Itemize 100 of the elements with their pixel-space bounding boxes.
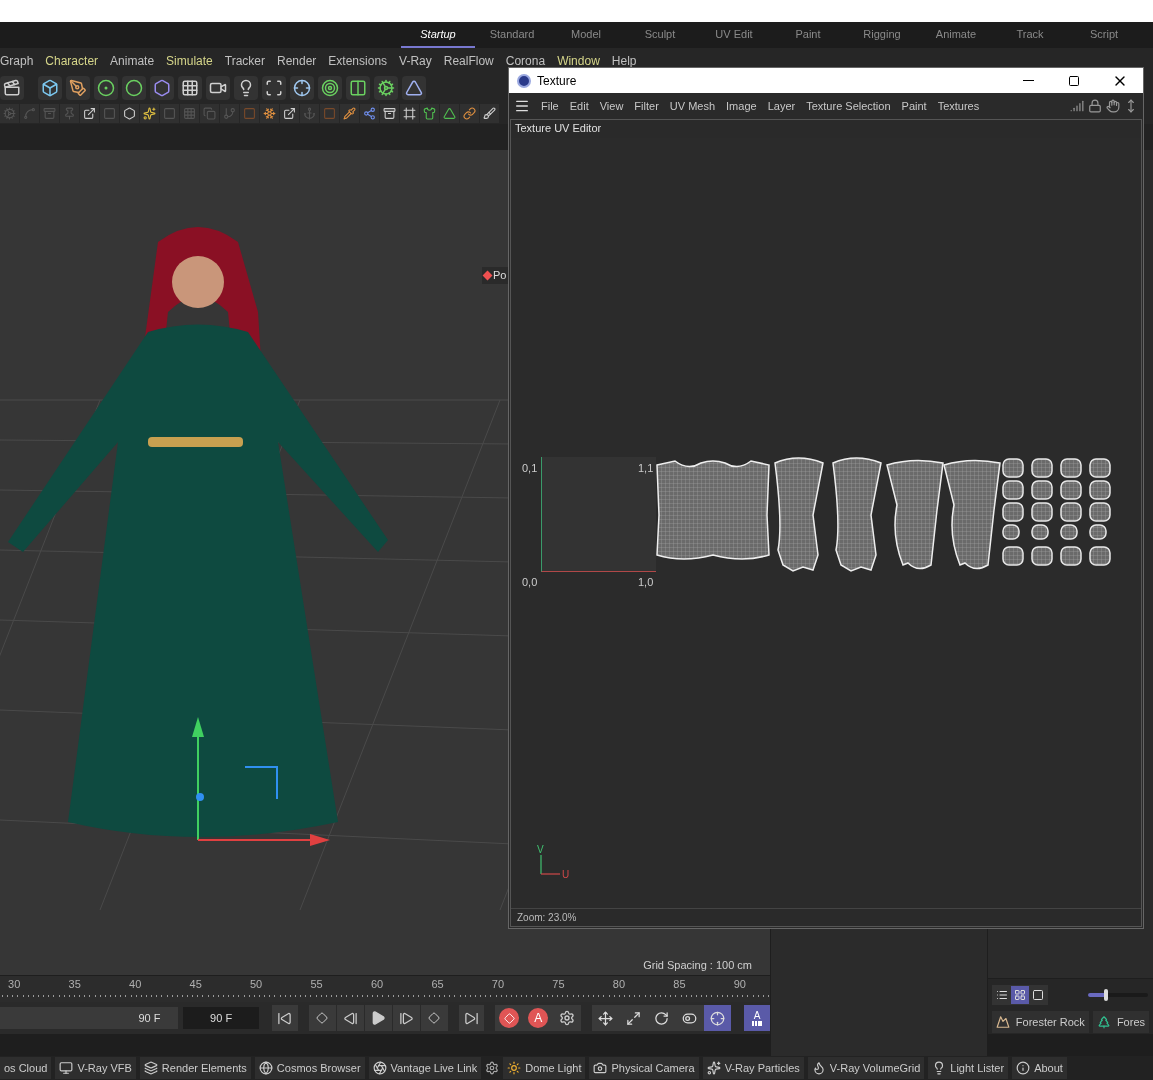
frame-number: 65 <box>430 977 445 992</box>
gear-icon <box>559 1010 576 1026</box>
taskbar-item[interactable]: About <box>1012 1057 1067 1079</box>
target-icon[interactable] <box>318 76 342 100</box>
frame-number: 80 <box>611 977 627 992</box>
frame-number: 90 <box>732 977 747 992</box>
asset-item[interactable]: Fores <box>1092 1011 1149 1033</box>
frame-number: 30 <box>7 977 22 992</box>
taskbar-item[interactable]: V-Ray VolumeGrid <box>807 1057 925 1079</box>
cube-icon[interactable] <box>38 76 62 100</box>
menu-item[interactable]: Window <box>557 52 600 70</box>
frame-number: 55 <box>309 977 324 992</box>
pen-icon[interactable] <box>66 76 90 100</box>
step-forward-icon <box>398 1010 414 1026</box>
toggle-icon <box>682 1010 698 1026</box>
menu-item[interactable]: Image <box>726 97 757 115</box>
clapperboard-icon[interactable] <box>0 76 24 100</box>
layout-tab[interactable]: Script <box>1067 22 1141 48</box>
grid-icon[interactable] <box>178 76 202 100</box>
shirt-icon[interactable] <box>420 103 439 123</box>
menu-item[interactable]: Texture Selection <box>806 97 891 115</box>
next-frame-button[interactable] <box>392 1005 420 1031</box>
next-key-button[interactable] <box>420 1005 448 1031</box>
menu-item[interactable]: RealFlow <box>443 52 494 70</box>
current-frame-field[interactable]: 90 F <box>183 1007 259 1029</box>
end-frame-field[interactable]: 90 F <box>0 1007 179 1029</box>
hand-icon[interactable] <box>1106 99 1120 113</box>
layout-tab[interactable]: Paint <box>771 22 845 48</box>
menu-item[interactable]: Extensions <box>328 52 388 70</box>
menu-item[interactable]: Character <box>45 52 99 70</box>
globe-icon <box>258 1061 273 1075</box>
asset-item[interactable]: Forester Rock <box>991 1011 1089 1033</box>
taskbar-item[interactable]: V-Ray Particles <box>702 1057 804 1079</box>
menu-item[interactable]: Simulate <box>166 52 213 70</box>
lock-icon[interactable] <box>1088 99 1102 113</box>
skip-forward-icon <box>463 1010 479 1026</box>
share-icon[interactable] <box>360 103 379 123</box>
sparkles-icon[interactable] <box>140 103 159 123</box>
pipette-icon[interactable] <box>340 103 359 123</box>
taskbar-item[interactable]: V-Ray VFB <box>55 1057 136 1079</box>
menu-item[interactable]: Tracker <box>224 52 265 70</box>
go-to-end-button[interactable] <box>458 1005 485 1031</box>
layout-tab[interactable]: Standard <box>475 22 549 48</box>
layout-tab[interactable]: UV Edit <box>697 22 771 48</box>
snowflake-icon[interactable] <box>260 103 279 123</box>
taskbar-item[interactable]: Dome Light <box>503 1057 586 1079</box>
taskbar-item[interactable]: Vantage Live Link <box>368 1057 482 1079</box>
play-button[interactable] <box>364 1005 392 1031</box>
menu-item[interactable]: Layer <box>767 97 796 115</box>
menu-item[interactable]: V-Ray <box>399 52 432 70</box>
menu-item[interactable]: Corona <box>505 52 546 70</box>
brush-icon[interactable] <box>480 103 499 123</box>
menu-item[interactable]: Textures <box>937 97 980 115</box>
previous-key-button[interactable] <box>308 1005 336 1031</box>
frame-number: 45 <box>188 977 203 992</box>
ring-icon[interactable] <box>122 76 146 100</box>
point-toggle[interactable] <box>704 1005 732 1031</box>
settings-icon[interactable] <box>485 1061 500 1075</box>
layers-icon <box>143 1061 158 1075</box>
monitor-icon <box>59 1061 74 1075</box>
link-out-icon[interactable] <box>280 103 299 123</box>
layout-tab[interactable]: Animate <box>919 22 993 48</box>
layout-tab[interactable]: Track <box>993 22 1067 48</box>
menu-item[interactable]: Help <box>611 52 637 70</box>
maximize-icon <box>1068 74 1080 87</box>
menu-item[interactable]: View <box>599 97 624 115</box>
frame-number: 85 <box>672 977 687 992</box>
frame-number: 40 <box>128 977 143 992</box>
camera-icon[interactable] <box>206 76 230 100</box>
archive-icon[interactable] <box>380 103 399 123</box>
previous-frame-button[interactable] <box>336 1005 364 1031</box>
menu-item[interactable]: Animate <box>110 52 155 70</box>
v-axis-label: V <box>537 843 544 857</box>
link-out-icon[interactable] <box>80 103 99 123</box>
taskbar-item[interactable]: Physical Camera <box>589 1057 699 1079</box>
taskbar-item[interactable]: Cosmos Browser <box>254 1057 365 1079</box>
menu-item[interactable]: Graph <box>0 52 34 70</box>
menu-item[interactable]: File <box>541 97 559 115</box>
grid-spacing-label: Grid Spacing : 100 cm <box>643 957 752 973</box>
taskbar-item[interactable]: os Cloud <box>0 1057 52 1079</box>
taskbar-item[interactable]: Render Elements <box>139 1057 251 1079</box>
link-icon[interactable] <box>460 103 479 123</box>
layout-tab[interactable]: Rigging <box>845 22 919 48</box>
menu-icon[interactable] <box>514 98 530 114</box>
panel-title: Texture UV Editor <box>514 121 603 136</box>
lightbulb-icon[interactable] <box>234 76 258 100</box>
menu-item[interactable]: Edit <box>569 97 589 115</box>
grid-view-button[interactable] <box>1010 985 1029 1004</box>
layout-tab[interactable]: Model <box>549 22 623 48</box>
go-to-start-button[interactable] <box>271 1005 298 1031</box>
cog-icon[interactable] <box>374 76 398 100</box>
menu-item[interactable]: Paint <box>901 97 927 115</box>
menu-item[interactable]: Filter <box>634 97 659 115</box>
key-mode-button[interactable]: A <box>744 1005 770 1031</box>
taskbar-item[interactable]: Light Lister <box>928 1057 1009 1079</box>
menu-item[interactable]: Render <box>277 52 317 70</box>
menu-item[interactable]: UV Mesh <box>669 97 716 115</box>
bars-icon[interactable] <box>1070 99 1084 113</box>
zoom-slider[interactable] <box>1087 988 1148 1001</box>
layout-tab[interactable]: Sculpt <box>623 22 697 48</box>
